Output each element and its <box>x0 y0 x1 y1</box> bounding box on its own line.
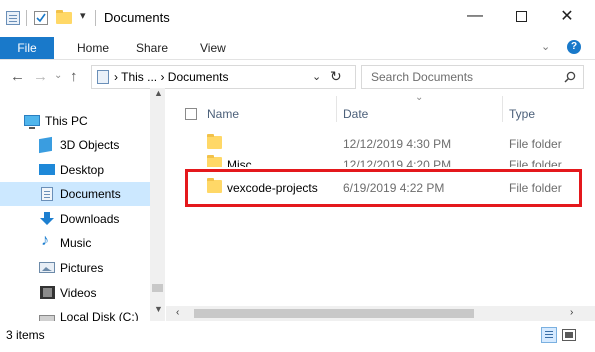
large-icons-view-button[interactable] <box>562 329 576 341</box>
recent-locations-button[interactable]: ⌄ <box>54 70 62 81</box>
horizontal-scrollbar[interactable]: ‹ › <box>166 306 595 321</box>
sidebar-item-pictures[interactable]: Pictures <box>0 256 150 280</box>
file-date: 12/12/2019 4:30 PM <box>343 137 452 151</box>
new-folder-icon[interactable] <box>56 10 72 24</box>
sidebar-item-label: This PC <box>45 114 88 128</box>
navigation-scrollbar[interactable]: ▲ ▼ <box>150 88 165 321</box>
file-name: vexcode-projects <box>227 181 318 195</box>
properties-icon[interactable] <box>6 11 20 25</box>
scroll-right-button[interactable]: › <box>570 307 573 318</box>
documents-icon <box>97 70 109 84</box>
scroll-down-button[interactable]: ▼ <box>154 304 163 314</box>
scrollbar-thumb[interactable] <box>152 284 163 292</box>
sidebar-item-label: Music <box>60 236 92 250</box>
sidebar-item-desktop[interactable]: Desktop <box>0 158 150 182</box>
file-name: Misc <box>227 158 252 167</box>
search-icon <box>564 71 576 83</box>
file-list: ⌄ Name Date Type 12/12/2019 4:30 PM File… <box>166 92 595 305</box>
search-placeholder: Search Documents <box>371 70 474 84</box>
tab-share[interactable]: Share <box>136 41 168 55</box>
sidebar-item-label: Videos <box>60 286 97 300</box>
help-icon[interactable]: ? <box>567 40 581 54</box>
file-type: File folder <box>509 181 562 195</box>
sidebar-item-label: Pictures <box>60 261 104 275</box>
sidebar-item-label: Documents <box>60 187 121 201</box>
tab-file[interactable]: File <box>0 37 54 59</box>
sidebar-item-label: 3D Objects <box>60 138 120 152</box>
sidebar-item-label: Downloads <box>60 212 120 226</box>
pictures-icon <box>39 262 55 273</box>
column-header-type[interactable]: Type <box>509 107 535 121</box>
table-row[interactable]: 12/12/2019 4:30 PM File folder <box>166 132 595 154</box>
ribbon-tabs: File Home Share View ⌄ ? <box>0 36 595 60</box>
sidebar-item-videos[interactable]: Videos <box>0 281 150 305</box>
scroll-up-button[interactable]: ▲ <box>154 88 163 98</box>
column-header-date[interactable]: Date <box>343 107 368 121</box>
expand-ribbon-button[interactable]: ⌄ <box>541 40 550 53</box>
column-header-name[interactable]: Name <box>207 107 239 121</box>
column-header-row: ⌄ Name Date Type <box>166 92 595 122</box>
documents-icon <box>41 187 53 201</box>
file-type: File folder <box>509 137 562 151</box>
sidebar-item-local-disk[interactable]: Local Disk (C:) <box>0 305 150 321</box>
sidebar-item-label: Desktop <box>60 163 105 177</box>
search-input[interactable]: Search Documents <box>361 65 584 89</box>
title-divider <box>95 10 96 26</box>
breadcrumb[interactable]: › This ... › Documents <box>114 70 228 84</box>
sidebar-item-label: Local Disk (C:) <box>60 310 139 321</box>
folder-icon <box>207 178 222 193</box>
scroll-left-button[interactable]: ‹ <box>176 307 179 318</box>
folder-icon <box>207 134 222 149</box>
back-button[interactable]: ← <box>10 68 25 85</box>
sidebar-item-music[interactable]: ♪ Music <box>0 231 150 255</box>
file-date: 6/19/2019 4:22 PM <box>343 181 445 195</box>
sort-indicator: ⌄ <box>415 92 424 103</box>
toolbar-divider <box>26 10 27 26</box>
table-row[interactable]: Misc 12/12/2019 4:20 PM File folder <box>166 153 595 167</box>
select-all-checkbox[interactable] <box>185 108 197 120</box>
tab-home[interactable]: Home <box>77 41 109 55</box>
item-count: 3 items <box>6 328 45 342</box>
file-date: 12/12/2019 4:20 PM <box>343 158 452 167</box>
music-icon: ♪ <box>41 232 49 249</box>
details-view-button[interactable] <box>541 327 557 343</box>
folder-icon <box>207 155 222 167</box>
maximize-icon <box>515 10 527 22</box>
minimize-button[interactable]: — <box>452 0 498 32</box>
status-bar: 3 items <box>0 322 595 352</box>
sidebar-item-documents[interactable]: Documents <box>0 182 150 206</box>
title-bar: ▾ Documents — ✕ <box>0 0 595 36</box>
close-button[interactable]: ✕ <box>544 0 590 32</box>
disk-icon <box>39 315 55 321</box>
file-type: File folder <box>509 158 562 167</box>
checkmark-icon[interactable] <box>34 11 48 25</box>
window-title: Documents <box>104 10 170 25</box>
address-row: ← → ⌄ ↑ › This ... › Documents ⌄ ↻ Searc… <box>0 62 595 92</box>
forward-button[interactable]: → <box>33 68 48 85</box>
table-row[interactable]: vexcode-projects 6/19/2019 4:22 PM File … <box>166 176 595 198</box>
desktop-icon <box>39 164 55 175</box>
quick-access-dropdown[interactable]: ▾ <box>80 9 86 22</box>
scrollbar-thumb[interactable] <box>194 309 474 318</box>
sidebar-item-3d-objects[interactable]: 3D Objects <box>0 133 150 157</box>
column-divider[interactable] <box>502 96 503 122</box>
refresh-button[interactable]: ↻ <box>330 68 342 85</box>
column-divider[interactable] <box>336 96 337 122</box>
videos-icon <box>40 286 55 299</box>
address-dropdown-button[interactable]: ⌄ <box>312 70 321 83</box>
maximize-button[interactable] <box>498 0 544 32</box>
address-bar[interactable]: › This ... › Documents ⌄ ↻ <box>91 65 356 89</box>
up-button[interactable]: ↑ <box>70 68 78 85</box>
sidebar-item-this-pc[interactable]: This PC <box>0 109 150 133</box>
download-icon <box>40 212 54 225</box>
navigation-pane: This PC 3D Objects Desktop Documents Dow… <box>0 96 166 321</box>
tab-view[interactable]: View <box>200 41 226 55</box>
sidebar-item-downloads[interactable]: Downloads <box>0 207 150 231</box>
3d-objects-icon <box>39 136 52 154</box>
computer-icon <box>24 115 40 129</box>
